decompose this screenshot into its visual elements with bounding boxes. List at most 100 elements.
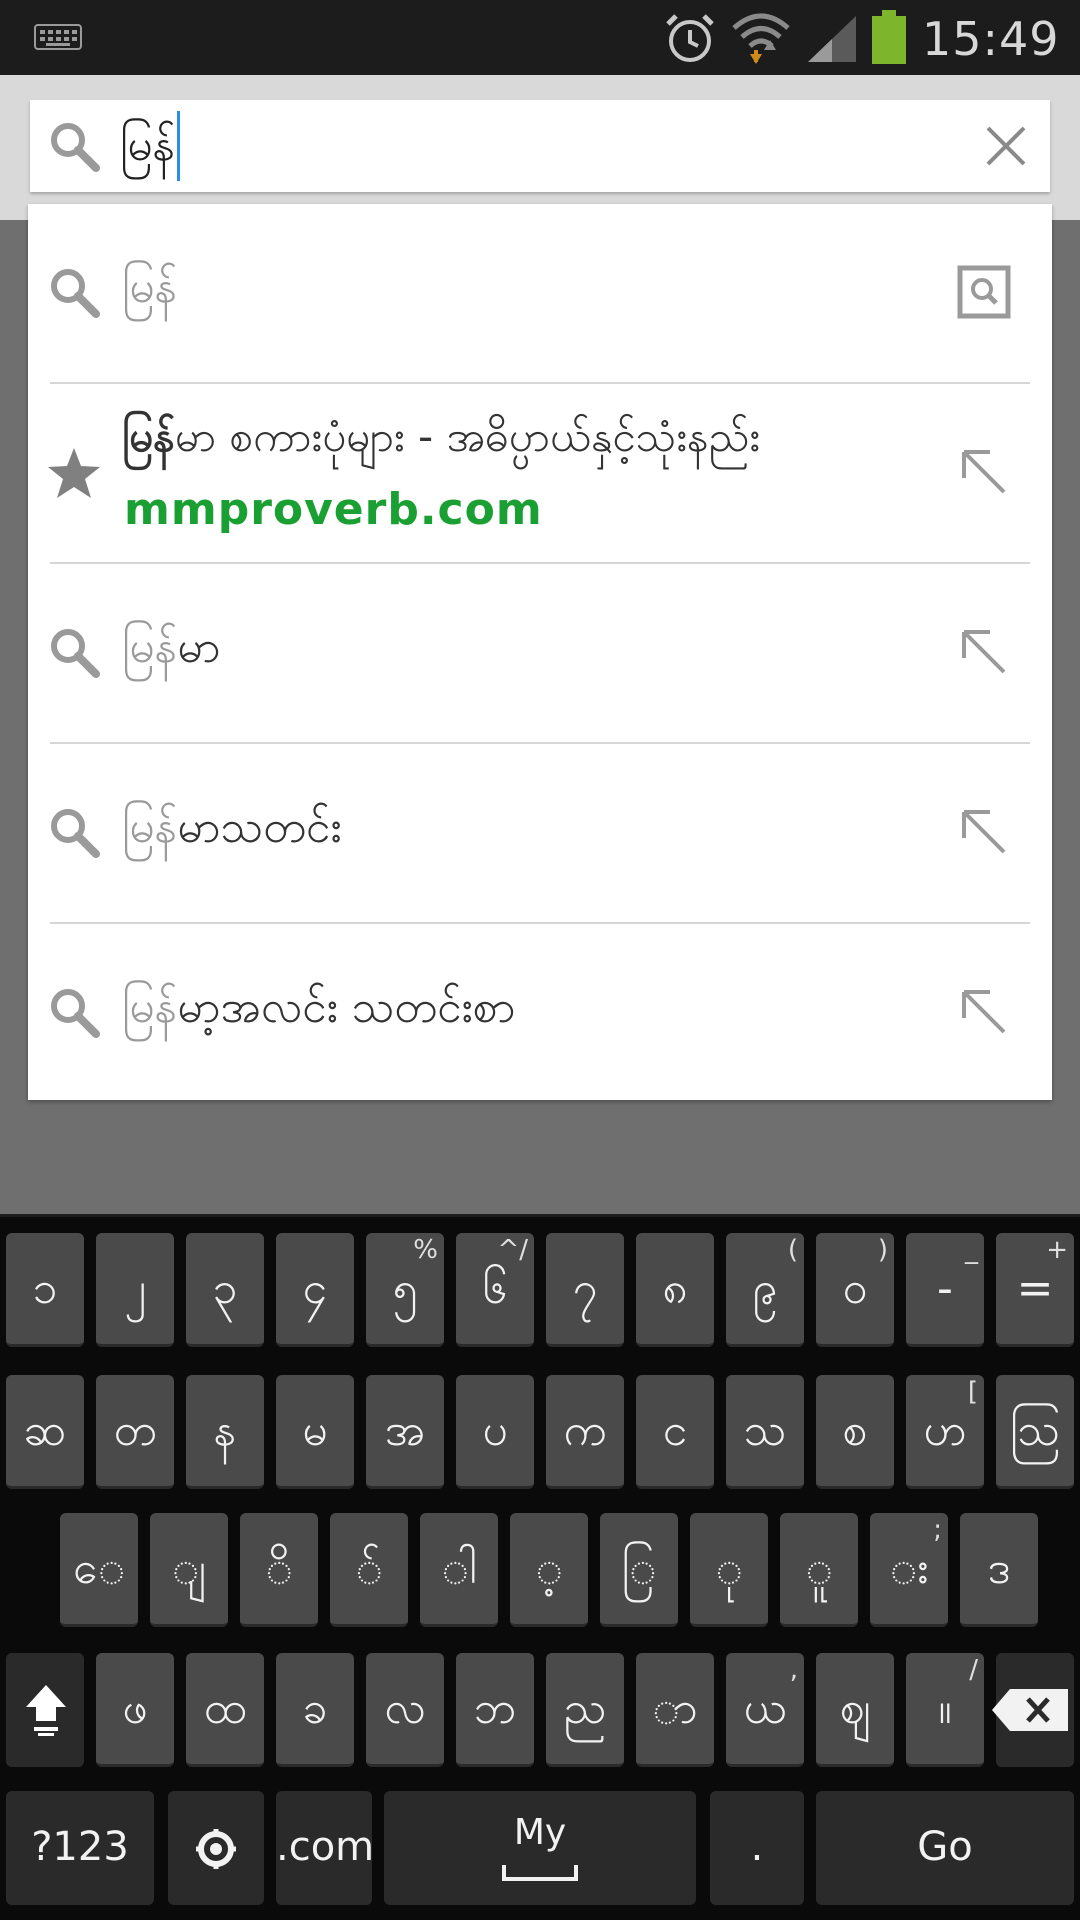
key[interactable]: က [546, 1375, 624, 1489]
key[interactable]: လ [366, 1653, 444, 1767]
key[interactable]: ၆ ^/ [456, 1233, 534, 1347]
backspace-icon [992, 1689, 1068, 1731]
key-hint: ( [787, 1235, 798, 1265]
key-label: လ [384, 1682, 426, 1734]
key[interactable]: ါ [420, 1513, 498, 1627]
key-label: အ [384, 1404, 426, 1456]
key[interactable]: ထ [186, 1653, 264, 1767]
key-label: ၅ [392, 1262, 418, 1314]
key[interactable]: ၃ [186, 1233, 264, 1347]
battery-icon [872, 10, 906, 64]
key[interactable]: ပ [456, 1375, 534, 1489]
key-label: ဒ [987, 1542, 1011, 1594]
symbols-key[interactable]: ?123 [6, 1791, 154, 1905]
space-bar-icon [502, 1865, 578, 1881]
search-icon [51, 989, 100, 1038]
key[interactable]: ၉( [726, 1233, 804, 1347]
key-hint: [ [967, 1377, 978, 1407]
backspace-key[interactable] [992, 1653, 1074, 1767]
key[interactable]: စ [816, 1375, 894, 1489]
go-key[interactable]: Go [816, 1791, 1074, 1905]
suggestion-item[interactable]: မြန် [28, 204, 1052, 384]
key[interactable]: ု [690, 1513, 768, 1627]
key[interactable]: သ [726, 1375, 804, 1489]
key-label: ဩ [1010, 1404, 1060, 1456]
key-label: ၆ [482, 1262, 508, 1314]
space-key[interactable]: My [384, 1791, 696, 1905]
dotcom-key[interactable]: .com [276, 1791, 374, 1905]
key[interactable]: ၇ [546, 1233, 624, 1347]
key[interactable]: ေ [60, 1513, 138, 1627]
arrow-up-left-icon[interactable] [956, 804, 1016, 864]
key[interactable]: ဖ [96, 1653, 174, 1767]
key[interactable]: ျ [150, 1513, 228, 1627]
key-label: ၂ [124, 1262, 146, 1314]
key-label: ့ [535, 1542, 563, 1594]
gear-icon [196, 1829, 236, 1869]
key[interactable]: င [636, 1375, 714, 1489]
key[interactable]: ၂ [96, 1233, 174, 1347]
key[interactable]: း; [870, 1513, 948, 1627]
key-label: ပ [482, 1404, 508, 1456]
suggestion-url: mmproverb.com [124, 484, 543, 535]
period-key[interactable]: . [710, 1791, 804, 1905]
status-bar: 15:49 [0, 0, 1080, 75]
shift-key[interactable] [6, 1653, 84, 1767]
key-label: ဈ [839, 1682, 871, 1734]
key[interactable]: ် [330, 1513, 408, 1627]
shift-arrow-icon [26, 1685, 66, 1736]
key[interactable]: ၁ [6, 1233, 84, 1347]
key[interactable]: - _ [906, 1233, 984, 1347]
close-icon[interactable] [982, 122, 1030, 170]
key[interactable]: န [186, 1375, 264, 1489]
search-icon [51, 629, 100, 678]
key-label: ် [355, 1542, 383, 1594]
key[interactable]: ာ [636, 1653, 714, 1767]
key[interactable]: ြ [600, 1513, 678, 1627]
search-input[interactable]: မြန် [120, 111, 181, 181]
suggestion-text: မြန်မာသတင်း [122, 802, 342, 853]
key[interactable]: ။ / [906, 1653, 984, 1767]
key[interactable]: ့ [510, 1513, 588, 1627]
key-label: း [889, 1542, 929, 1594]
key[interactable]: ဟ[ [906, 1375, 984, 1489]
key[interactable]: ဈ [816, 1653, 894, 1767]
key-hint: ; [933, 1515, 942, 1545]
key-label: ။ [938, 1682, 952, 1734]
settings-key[interactable] [168, 1791, 264, 1905]
suggestion-item[interactable]: မြန်မာ [28, 564, 1052, 744]
key[interactable]: ူ [780, 1513, 858, 1627]
key-hint: ^/ [497, 1235, 528, 1265]
search-box-icon[interactable] [956, 264, 1012, 320]
arrow-up-left-icon[interactable] [956, 444, 1016, 504]
key[interactable]: ၅% [366, 1233, 444, 1347]
key[interactable]: ယ, [726, 1653, 804, 1767]
key[interactable]: ဒ [960, 1513, 1038, 1627]
key[interactable]: ဩ [996, 1375, 1074, 1489]
key-label: ၈ [662, 1262, 688, 1314]
arrow-up-left-icon[interactable] [956, 984, 1016, 1044]
key[interactable]: ိ [240, 1513, 318, 1627]
suggestion-item[interactable]: မြန်မာ့အလင်း သတင်းစာ [28, 924, 1052, 1104]
key[interactable]: ည [546, 1653, 624, 1767]
alarm-icon [666, 14, 714, 62]
key[interactable]: ၄ [276, 1233, 354, 1347]
key[interactable]: ၈ [636, 1233, 714, 1347]
suggestion-item-bookmark[interactable]: မြန်မာ စကားပုံများ - အဓိပ္ပာယ်နှင့်သုံးန… [28, 384, 1052, 564]
suggestion-item[interactable]: မြန်မာသတင်း [28, 744, 1052, 924]
key[interactable]: တ [96, 1375, 174, 1489]
key[interactable]: ဘ [456, 1653, 534, 1767]
key-hint: / [969, 1655, 978, 1685]
omnibox[interactable]: မြန် [30, 100, 1050, 192]
key-label: ၉ [752, 1262, 778, 1314]
key[interactable]: = + [996, 1233, 1074, 1347]
signal-icon [808, 16, 856, 62]
key[interactable]: အ [366, 1375, 444, 1489]
arrow-up-left-icon[interactable] [956, 624, 1016, 684]
key[interactable]: မ [276, 1375, 354, 1489]
text-cursor [177, 111, 181, 181]
key[interactable]: ဆ [6, 1375, 84, 1489]
key[interactable]: ၀) [816, 1233, 894, 1347]
key-label: ဘ [473, 1682, 517, 1734]
key[interactable]: ခ [276, 1653, 354, 1767]
